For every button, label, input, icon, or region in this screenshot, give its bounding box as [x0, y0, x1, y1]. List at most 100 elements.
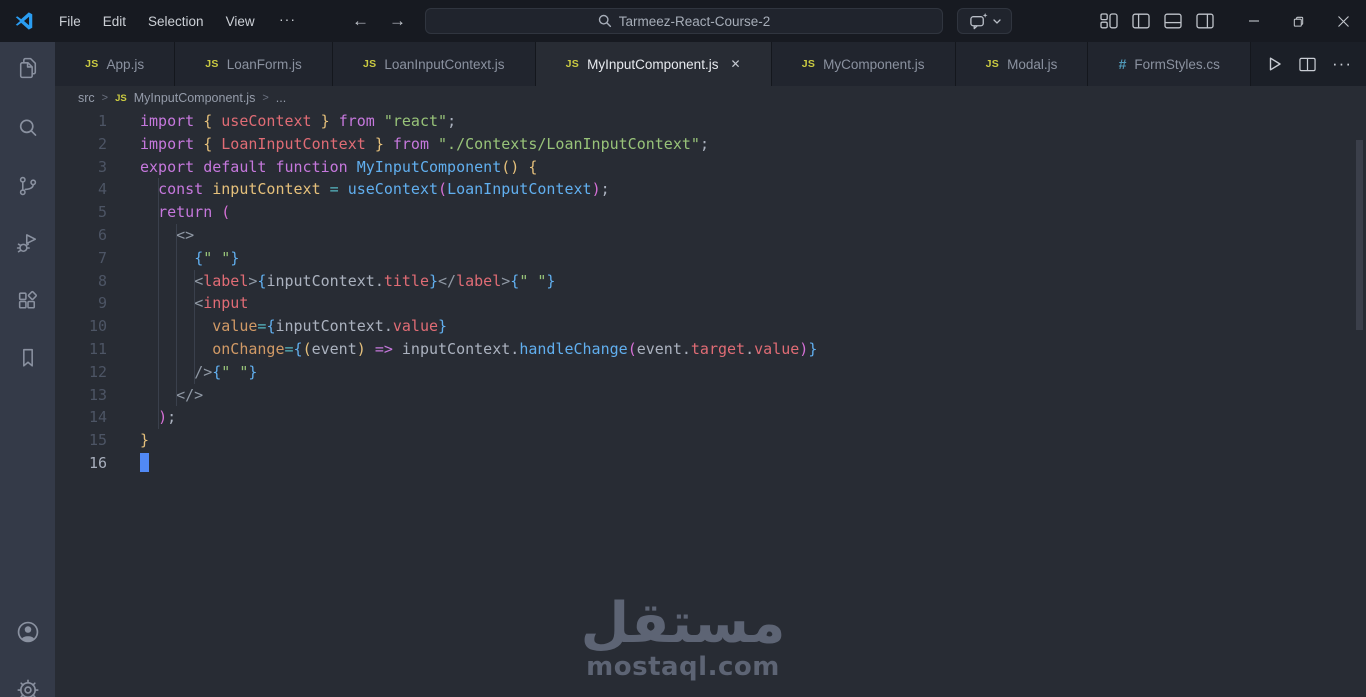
settings-gear-icon[interactable] [15, 677, 41, 697]
tab-MyComponent.js[interactable]: JS MyComponent.js [771, 42, 956, 86]
code-line-7[interactable]: 7 {" "} [55, 247, 1366, 270]
line-number: 4 [97, 180, 107, 199]
restore-icon [1293, 16, 1304, 27]
code-line-9[interactable]: 9 <input [55, 292, 1366, 315]
breadcrumb-file[interactable]: MyInputComponent.js [134, 91, 256, 105]
code-line-15[interactable]: 15} [55, 429, 1366, 452]
run-and-debug-icon[interactable] [15, 231, 40, 256]
code-line-3[interactable]: 3 export default function MyInputComponen… [55, 156, 1366, 179]
activity-bar [0, 42, 55, 697]
copilot-button[interactable] [957, 8, 1012, 34]
nav-forward-icon[interactable]: → [389, 11, 406, 31]
tab-bar-tabs: JS App.js JS LoanForm.js JS LoanInputContext.… [55, 42, 1251, 86]
code-line-4[interactable]: 4 const inputContext = useContext(LoanIn… [55, 178, 1366, 201]
toggle-panel-icon[interactable] [1164, 13, 1182, 29]
more-actions-icon[interactable]: ··· [1332, 54, 1352, 74]
line-number: 2 [97, 134, 107, 153]
chevron-down-icon [992, 18, 1001, 24]
close-tab-icon[interactable]: ✕ [730, 57, 740, 71]
close-window-button[interactable] [1321, 0, 1366, 42]
line-number: 11 [88, 339, 107, 358]
toggle-sidebar-right-icon[interactable] [1196, 13, 1214, 29]
breadcrumb-symbol[interactable]: ... [276, 91, 286, 105]
bookmarks-icon[interactable] [15, 346, 40, 371]
code-text: import { LoanInputContext } from "./Cont… [140, 134, 709, 153]
indent-guide [158, 178, 159, 430]
menu-selection[interactable]: Selection [137, 14, 215, 29]
watermark: مستقل mostaql.com [581, 596, 786, 683]
source-control-icon[interactable] [15, 174, 40, 199]
js-file-icon: JS [985, 58, 1000, 70]
tab-MyInputComponent.js[interactable]: JS MyInputComponent.js ✕ [535, 42, 772, 86]
code-line-2[interactable]: 2 import { LoanInputContext } from "./Con… [55, 133, 1366, 156]
vscode-window: { "titlebar": { "menus": ["File", "Edit"… [0, 0, 1366, 697]
code-line-1[interactable]: 1 import { useContext } from "react"; [55, 110, 1366, 133]
tab-Modal.js[interactable]: JS Modal.js [955, 42, 1089, 86]
code-text [140, 452, 149, 475]
search-icon [598, 14, 611, 28]
code-line-13[interactable]: 13 </> [55, 384, 1366, 407]
explorer-icon[interactable] [15, 56, 40, 81]
chevron-right-icon: > [101, 92, 109, 104]
menu-edit[interactable]: Edit [92, 14, 137, 29]
code-line-16[interactable]: 16 [55, 452, 1366, 475]
code-text: return ( [158, 203, 231, 222]
nav-back-icon[interactable]: ← [352, 11, 369, 31]
code-area[interactable]: 1 import { useContext } from "react"; 2 imp… [55, 110, 1366, 475]
code-line-12[interactable]: 12 />{" "} [55, 361, 1366, 384]
js-file-icon: JS [565, 58, 580, 70]
code-text: const inputContext = useContext(LoanInpu… [158, 180, 610, 199]
restore-button[interactable] [1276, 0, 1321, 42]
scrollbar-thumb[interactable] [1356, 140, 1363, 330]
code-text: {" "} [194, 248, 240, 267]
run-code-icon[interactable] [1265, 55, 1283, 73]
tab-label: App.js [106, 56, 145, 72]
extensions-icon[interactable] [15, 289, 40, 314]
tab-LoanInputContext.js[interactable]: JS LoanInputContext.js [332, 42, 536, 86]
editor-group: src > JS MyInputComponent.js > ... 1 impo… [55, 86, 1366, 697]
menu-view[interactable]: View [215, 14, 266, 29]
line-number: 16 [88, 453, 107, 472]
code-line-6[interactable]: 6 <> [55, 224, 1366, 247]
js-file-icon: JS [801, 58, 816, 70]
breadcrumb-folder[interactable]: src [78, 91, 95, 105]
line-number: 13 [88, 385, 107, 404]
customize-layout-icon[interactable] [1100, 13, 1118, 29]
layout-controls [1100, 0, 1214, 42]
code-text: value={inputContext.value} [212, 317, 448, 336]
title-bar: File Edit Selection View ··· ← → Tarmeez-Re… [0, 0, 1366, 42]
tab-label: FormStyles.cs [1134, 56, 1220, 72]
watermark-url: mostaql.com [586, 652, 780, 682]
menu-file[interactable]: File [48, 14, 92, 29]
breadcrumb: src > JS MyInputComponent.js > ... [55, 86, 1366, 110]
code-line-14[interactable]: 14 ); [55, 406, 1366, 429]
indent-guide [194, 269, 195, 384]
line-number: 15 [88, 431, 107, 450]
search-view-icon[interactable] [15, 116, 40, 141]
tab-LoanForm.js[interactable]: JS LoanForm.js [175, 42, 333, 86]
code-line-10[interactable]: 10 value={inputContext.value} [55, 315, 1366, 338]
tab-FormStyles.cs[interactable]: # FormStyles.cs [1088, 42, 1251, 86]
menu-bar: File Edit Selection View [48, 0, 266, 42]
code-lines: 1 import { useContext } from "react"; 2 imp… [55, 110, 1366, 475]
tab-label: LoanInputContext.js [384, 56, 505, 72]
close-icon [1338, 15, 1349, 27]
accounts-icon[interactable] [14, 619, 41, 646]
search-box[interactable]: Tarmeez-React-Course-2 [425, 8, 943, 34]
line-number: 9 [97, 294, 107, 313]
code-text: onChange={(event) => inputContext.handle… [212, 339, 818, 358]
split-editor-icon[interactable] [1298, 56, 1317, 73]
minimize-button[interactable] [1231, 0, 1276, 42]
code-line-8[interactable]: 8 <label>{inputContext.title}</label>{" … [55, 270, 1366, 293]
line-number: 10 [88, 317, 107, 336]
text-cursor [140, 452, 149, 472]
line-number: 8 [97, 271, 107, 290]
tab-App.js[interactable]: JS App.js [55, 42, 176, 86]
tab-bar: JS App.js JS LoanForm.js JS LoanInputContext.… [55, 42, 1366, 86]
code-line-5[interactable]: 5 return ( [55, 201, 1366, 224]
menu-overflow-icon[interactable]: ··· [268, 11, 307, 27]
indent-guide [176, 224, 177, 407]
line-number: 14 [88, 408, 107, 427]
code-line-11[interactable]: 11 onChange={(event) => inputContext.han… [55, 338, 1366, 361]
toggle-sidebar-left-icon[interactable] [1132, 13, 1150, 29]
